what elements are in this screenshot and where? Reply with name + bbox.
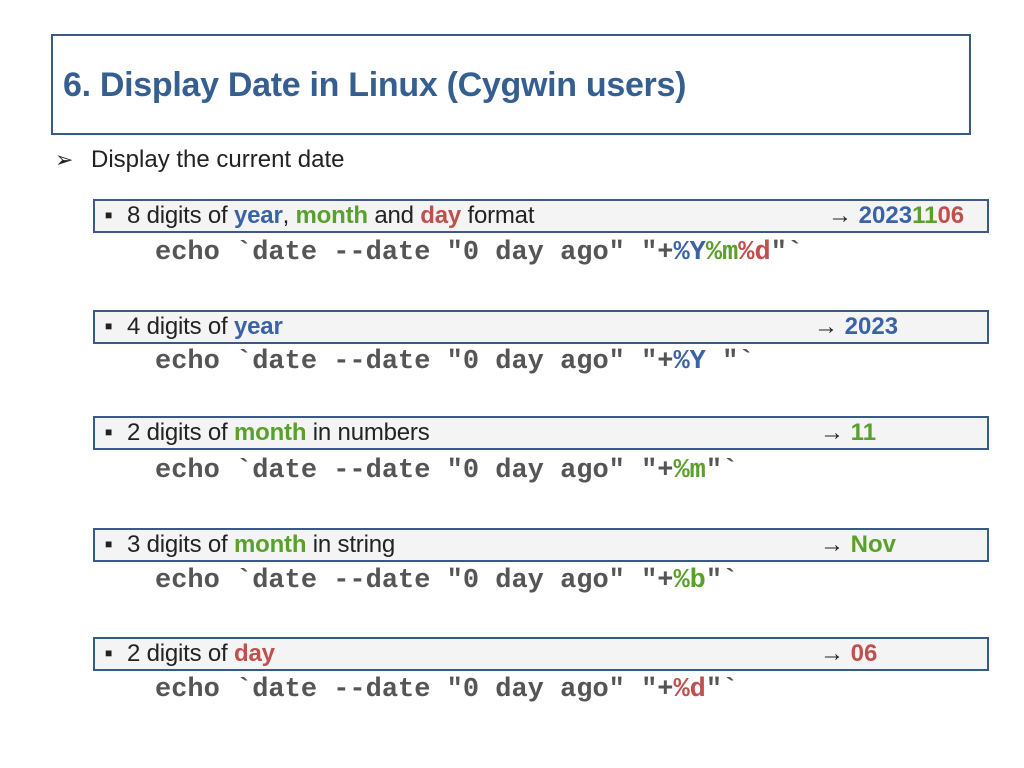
bullet-display-current-date: ➢ Display the current date	[55, 146, 344, 174]
result-year: 2023	[858, 202, 913, 229]
result-day: 06	[937, 202, 965, 229]
result-month-string: Nov	[850, 531, 897, 558]
keyword-month: month	[234, 531, 307, 558]
right-arrow-icon: →	[820, 531, 851, 558]
right-arrow-icon: →	[820, 419, 851, 446]
item-desc-4-digits-year: ■ 4 digits of year	[105, 313, 283, 341]
format-year: %Y	[673, 347, 706, 377]
square-bullet-icon: ■	[105, 646, 113, 660]
cmd-text: echo `date --date "0 day ago" "+	[155, 238, 674, 268]
keyword-day: day	[420, 202, 462, 229]
item-result-2-digits-day: → 06	[820, 640, 877, 668]
keyword-year: year	[234, 313, 283, 340]
item-desc-2-digits-month: ■ 2 digits of month in numbers	[105, 419, 430, 447]
cmd-text: "`	[705, 675, 739, 705]
item-result-3-digits-month: → Nov	[820, 531, 896, 559]
square-bullet-icon: ■	[105, 208, 113, 222]
desc-text: 4 digits of	[127, 313, 234, 340]
result-month: 11	[912, 202, 938, 229]
keyword-year: year	[234, 202, 283, 229]
cmd-text: echo `date --date "0 day ago" "+	[155, 675, 674, 705]
desc-text: in numbers	[306, 419, 430, 446]
item-desc-2-digits-day: ■ 2 digits of day	[105, 640, 275, 668]
item-box-4-digits-year: ■ 4 digits of year → 2023	[93, 310, 989, 344]
item-box-3-digits-month: ■ 3 digits of month in string → Nov	[93, 528, 989, 562]
desc-text: 3 digits of	[127, 531, 234, 558]
command-3-digits-month: echo `date --date "0 day ago" "+%b"`	[155, 566, 738, 596]
keyword-month: month	[295, 202, 369, 229]
desc-text: and	[367, 202, 421, 229]
format-month: %m	[673, 456, 706, 486]
cmd-text: "`	[705, 456, 739, 486]
format-month-string: %b	[673, 566, 706, 596]
cmd-text: "`	[770, 238, 804, 268]
result-month: 11	[850, 419, 877, 446]
result-year: 2023	[844, 313, 899, 340]
desc-text: in string	[306, 531, 396, 558]
item-desc-8-digits: ■ 8 digits of year, month and day format	[105, 202, 535, 230]
desc-text: format	[461, 202, 535, 229]
command-4-digits-year: echo `date --date "0 day ago" "+%Y "`	[155, 347, 755, 377]
command-8-digits: echo `date --date "0 day ago" "+%Y%m%d"`	[155, 238, 803, 268]
format-day: %d	[738, 238, 771, 268]
square-bullet-icon: ■	[105, 425, 113, 439]
desc-text: 2 digits of	[127, 419, 234, 446]
item-box-2-digits-day: ■ 2 digits of day → 06	[93, 637, 989, 671]
format-year: %Y	[673, 238, 706, 268]
command-2-digits-day: echo `date --date "0 day ago" "+%d"`	[155, 675, 738, 705]
cmd-text: "`	[705, 566, 739, 596]
item-result-4-digits-year: → 2023	[814, 313, 898, 341]
desc-text: 8 digits of	[127, 202, 234, 229]
bullet-text: Display the current date	[91, 146, 345, 173]
right-arrow-icon: →	[828, 202, 859, 229]
item-desc-3-digits-month: ■ 3 digits of month in string	[105, 531, 395, 559]
square-bullet-icon: ■	[105, 537, 113, 551]
square-bullet-icon: ■	[105, 319, 113, 333]
title-box: 6. Display Date in Linux (Cygwin users)	[51, 34, 971, 135]
item-box-2-digits-month: ■ 2 digits of month in numbers → 11	[93, 416, 989, 450]
format-day: %d	[673, 675, 706, 705]
item-result-2-digits-month: → 11	[820, 419, 876, 447]
arrow-bullet-icon: ➢	[55, 147, 74, 172]
item-box-8-digits: ■ 8 digits of year, month and day format …	[93, 199, 989, 233]
item-result-8-digits: → 20231106	[828, 202, 964, 230]
cmd-text: echo `date --date "0 day ago" "+	[155, 456, 674, 486]
slide-title: 6. Display Date in Linux (Cygwin users)	[63, 66, 687, 104]
cmd-text: echo `date --date "0 day ago" "+	[155, 566, 674, 596]
result-day: 06	[850, 640, 878, 667]
keyword-day: day	[234, 640, 275, 667]
keyword-month: month	[234, 419, 307, 446]
format-month: %m	[705, 238, 739, 268]
right-arrow-icon: →	[814, 313, 845, 340]
cmd-text: echo `date --date "0 day ago" "+	[155, 347, 674, 377]
desc-text: 2 digits of	[127, 640, 234, 667]
right-arrow-icon: →	[820, 640, 851, 667]
cmd-text: "`	[705, 347, 755, 377]
command-2-digits-month: echo `date --date "0 day ago" "+%m"`	[155, 456, 738, 486]
